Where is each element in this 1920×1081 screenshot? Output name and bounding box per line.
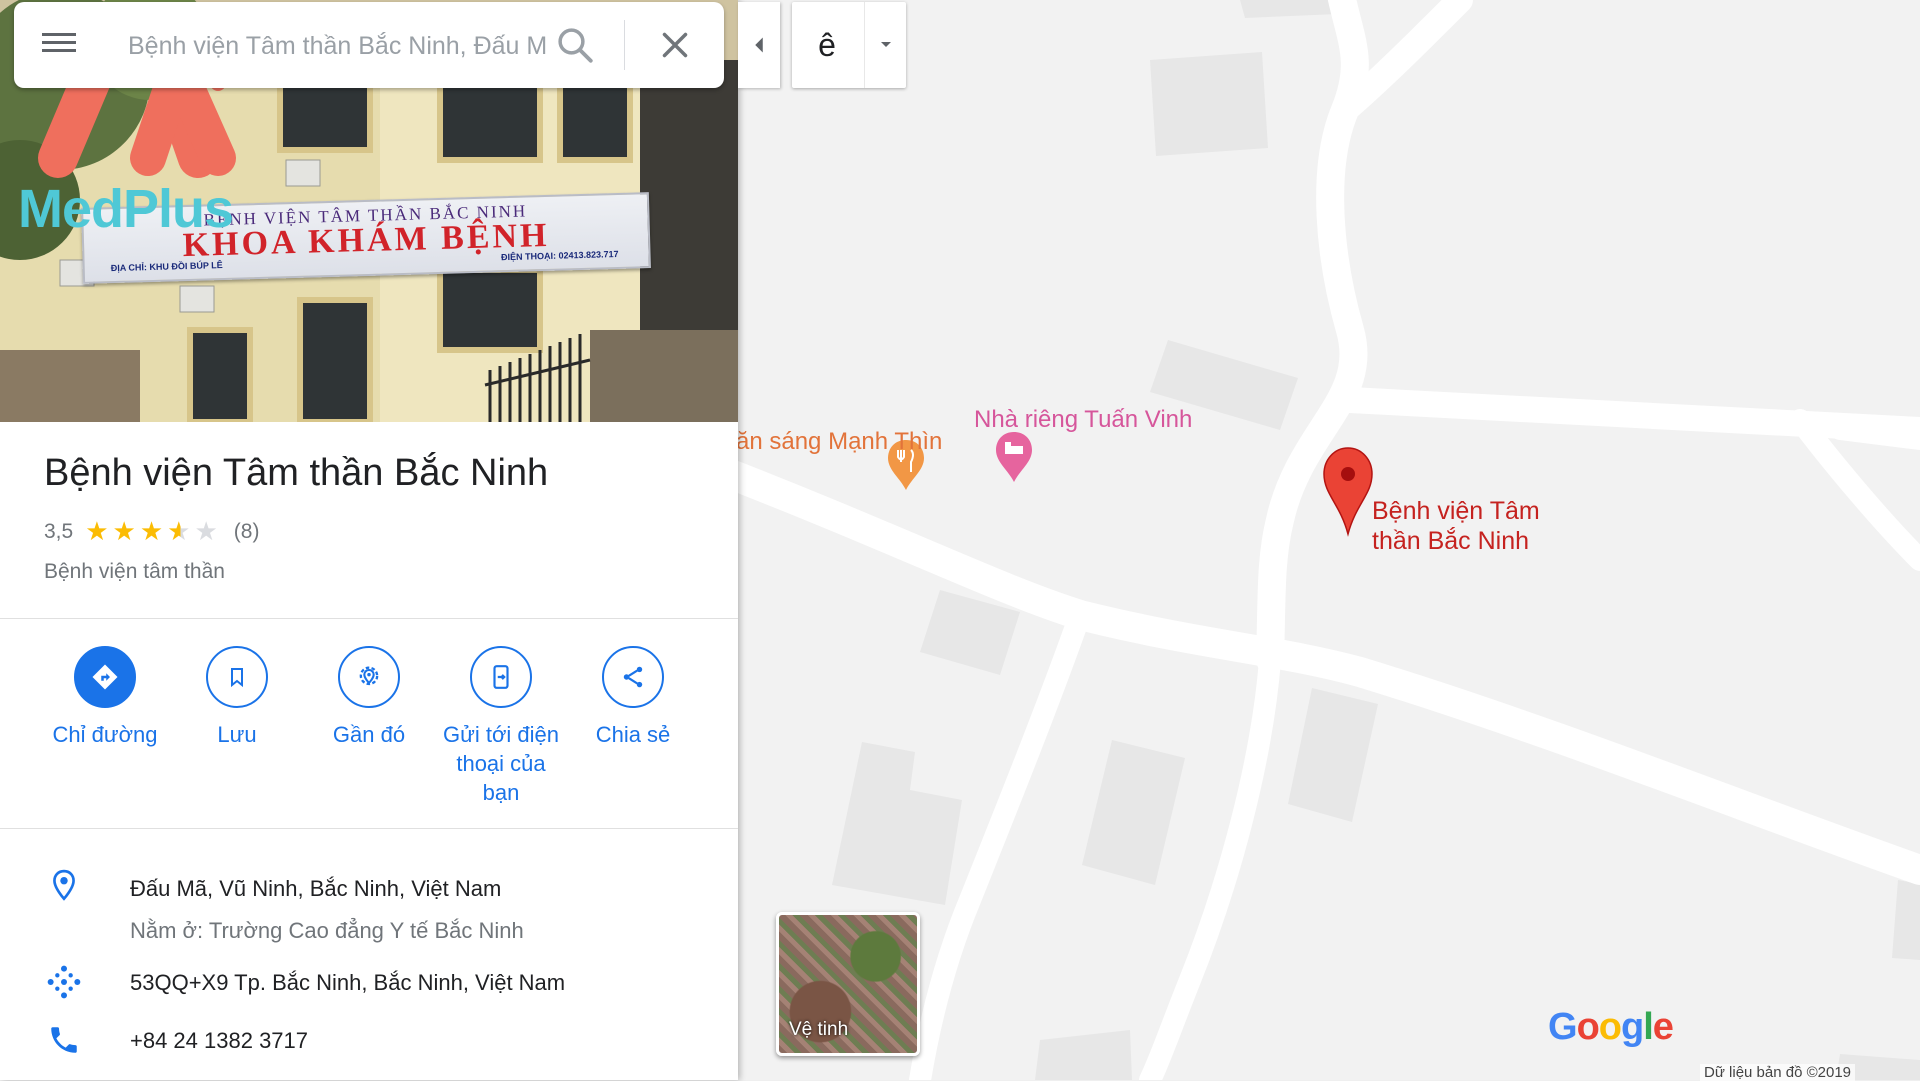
star-icon: ★ xyxy=(85,516,113,546)
action-buttons: Chỉ đường Lưu Gần đó Gửi tới điện thoại … xyxy=(0,618,738,818)
phone-text: +84 24 1382 3717 xyxy=(130,1028,309,1053)
located-in-text[interactable]: Nằm ở: Trường Cao đẳng Y tế Bắc Ninh xyxy=(130,918,524,944)
sign-address: ĐỊA CHỈ: KHU ĐỒI BÚP LÊ xyxy=(110,260,223,274)
save-label: Lưu xyxy=(217,722,257,747)
input-tools-box[interactable]: ê xyxy=(792,2,906,88)
collapse-panel-button[interactable] xyxy=(738,2,780,88)
input-method-character[interactable]: ê xyxy=(792,2,862,88)
star-icon: ★ xyxy=(112,516,140,546)
review-count-link[interactable]: (8) xyxy=(234,520,260,544)
directions-icon xyxy=(74,646,136,708)
send-to-phone-label: Gửi tới điện thoại của bạn xyxy=(443,722,559,805)
menu-icon xyxy=(42,33,76,36)
send-to-phone-icon xyxy=(470,646,532,708)
plus-code-icon xyxy=(44,962,84,1002)
search-icon xyxy=(558,28,593,63)
nearby-button[interactable]: Gần đó xyxy=(303,646,435,749)
share-label: Chia sẻ xyxy=(595,722,671,747)
half-star-icon: ★ xyxy=(167,516,195,546)
satellite-toggle-button[interactable]: Vệ tinh xyxy=(776,912,920,1056)
empty-star-icon: ★ xyxy=(194,516,222,546)
place-title: Bệnh viện Tâm thần Bắc Ninh xyxy=(44,452,549,494)
address-row[interactable]: Đấu Mã, Vũ Ninh, Bắc Ninh, Việt Nam Nằm … xyxy=(0,866,738,950)
phone-icon xyxy=(44,1020,84,1060)
caret-down-icon xyxy=(881,42,891,47)
divider xyxy=(0,828,738,829)
chevron-left-icon xyxy=(755,37,763,53)
nearby-icon xyxy=(338,646,400,708)
nearby-label: Gần đó xyxy=(332,722,406,747)
clear-search-button[interactable] xyxy=(654,24,696,66)
input-method-dropdown[interactable] xyxy=(864,2,907,88)
place-marker-label[interactable]: Bệnh viện Tâm thần Bắc Ninh xyxy=(1372,496,1592,556)
plus-code-row[interactable]: 53QQ+X9 Tp. Bắc Ninh, Bắc Ninh, Việt Nam xyxy=(0,962,738,1008)
search-button[interactable] xyxy=(554,24,596,66)
search-box xyxy=(14,2,724,88)
close-icon xyxy=(662,32,688,58)
directions-button[interactable]: Chỉ đường xyxy=(39,646,171,749)
menu-icon-bar xyxy=(42,49,76,52)
save-button[interactable]: Lưu xyxy=(171,646,303,749)
satellite-label: Vệ tinh xyxy=(789,1019,849,1040)
share-icon xyxy=(602,646,664,708)
rating-stars[interactable]: ★★★★★ xyxy=(85,516,222,547)
place-panel: BỆNH VIỆN TÂM THẦN BẮC NINH KHOA KHÁM BỆ… xyxy=(0,0,738,1080)
search-separator xyxy=(624,20,625,70)
directions-label: Chỉ đường xyxy=(52,722,158,747)
address-text: Đấu Mã, Vũ Ninh, Bắc Ninh, Việt Nam xyxy=(130,876,502,901)
rating-row: 3,5 ★★★★★ (8) xyxy=(44,516,259,547)
place-pin xyxy=(1323,447,1373,537)
map-data-copyright[interactable]: Dữ liệu bản đồ ©2019 xyxy=(1700,1064,1856,1081)
bookmark-icon xyxy=(206,646,268,708)
medplus-wordmark: MedPlus xyxy=(18,179,234,239)
phone-row[interactable]: +84 24 1382 3717 xyxy=(0,1020,738,1066)
lodging-poi-marker xyxy=(996,432,1032,482)
send-to-phone-button[interactable]: Gửi tới điện thoại của bạn xyxy=(435,646,567,807)
place-category[interactable]: Bệnh viện tâm thần xyxy=(44,560,225,584)
plus-code-text: 53QQ+X9 Tp. Bắc Ninh, Bắc Ninh, Việt Nam xyxy=(130,970,566,995)
google-logo: Google xyxy=(1548,1006,1674,1048)
menu-button[interactable] xyxy=(42,28,76,62)
search-input[interactable] xyxy=(126,22,550,70)
poi-label-home[interactable]: Nhà riêng Tuấn Vinh xyxy=(974,406,1192,434)
share-button[interactable]: Chia sẻ xyxy=(567,646,699,749)
star-icon: ★ xyxy=(139,516,168,546)
menu-icon-bar xyxy=(42,41,76,44)
poi-label-breakfast[interactable]: ăn sáng Mạnh Thìn xyxy=(736,428,942,456)
sign-phone: ĐIỆN THOẠI: 02413.823.717 xyxy=(500,248,619,263)
rating-value: 3,5 xyxy=(44,519,74,543)
location-pin-icon xyxy=(44,866,84,906)
